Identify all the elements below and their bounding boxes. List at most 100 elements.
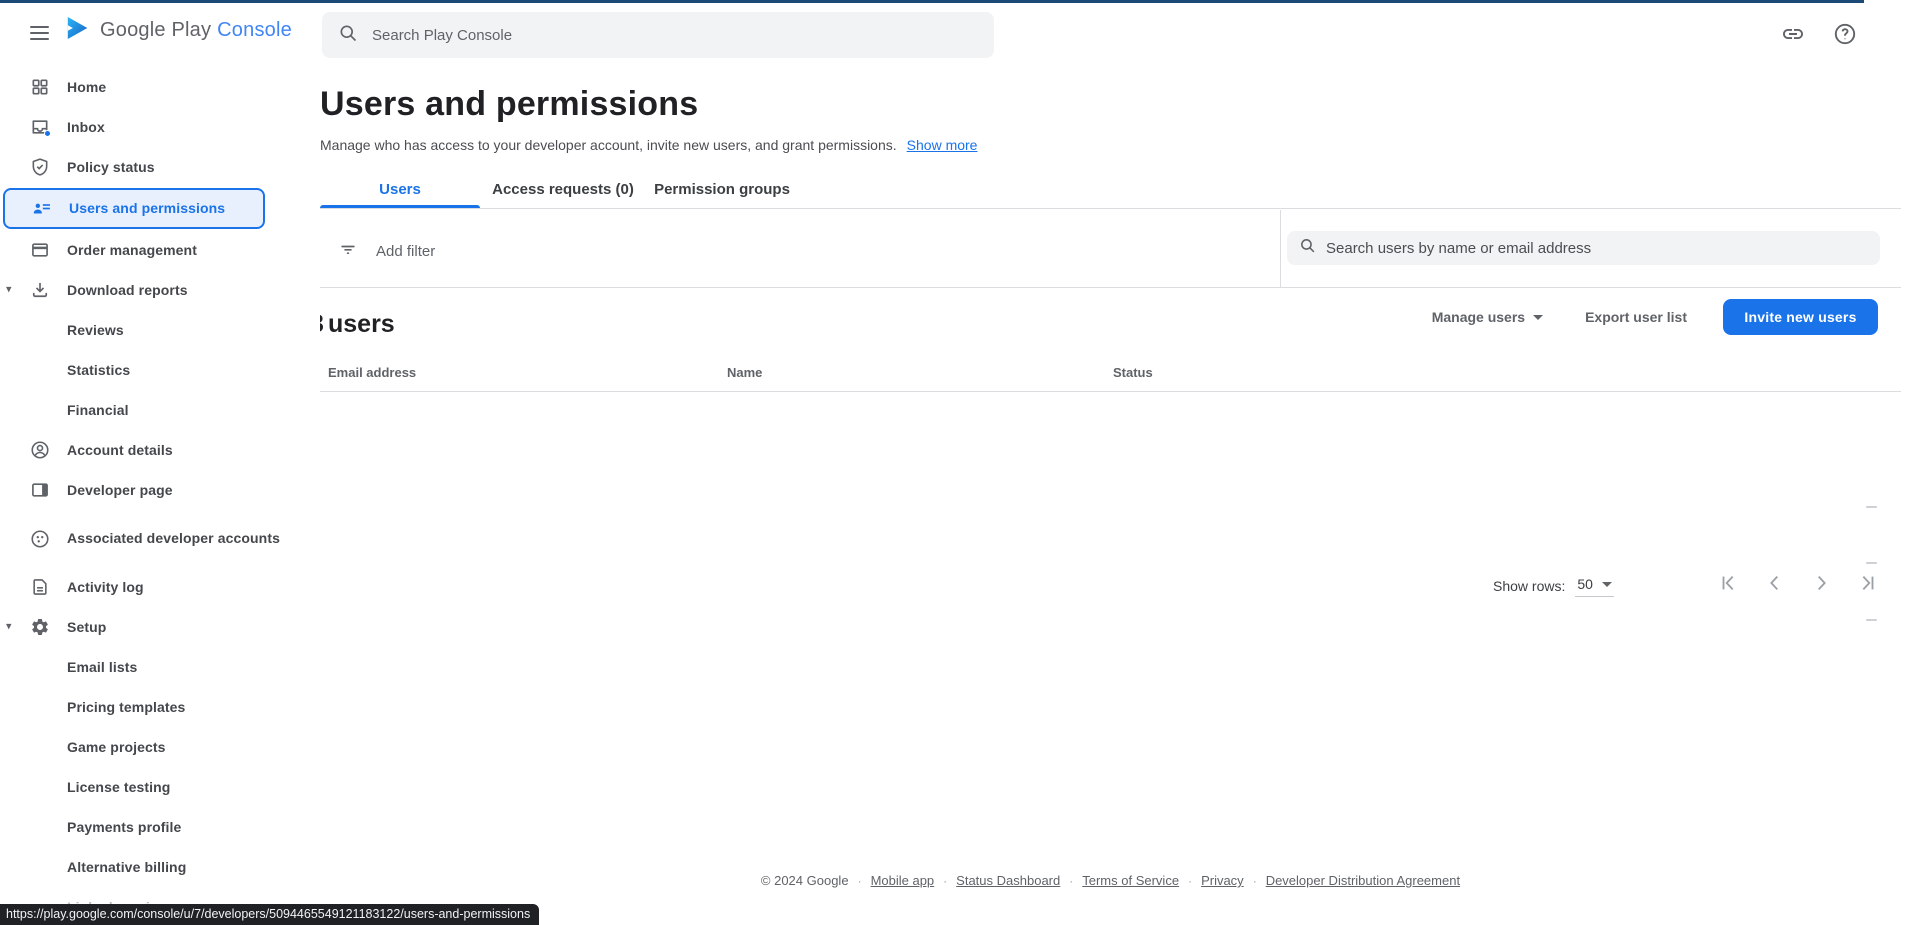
sidebar-item-label: Policy status xyxy=(67,158,304,177)
footer-link-status-dashboard[interactable]: Status Dashboard xyxy=(956,873,1060,888)
tab-label: Permission groups xyxy=(654,181,790,198)
tab-users[interactable]: Users xyxy=(320,170,480,209)
show-rows-label: Show rows: xyxy=(1493,578,1565,594)
sidebar-item-reviews[interactable]: Reviews xyxy=(0,310,320,350)
users-count-heading: 3 users xyxy=(320,310,395,339)
sidebar-item-activity-log[interactable]: Activity log xyxy=(0,567,320,607)
manage-users-dropdown[interactable]: Manage users xyxy=(1426,301,1549,333)
tab-permission-groups[interactable]: Permission groups xyxy=(652,170,792,209)
shield-check-icon xyxy=(30,157,50,177)
sidebar-item-alternative-billing[interactable]: Alternative billing xyxy=(0,847,320,887)
menu-icon[interactable] xyxy=(30,26,49,40)
grid-icon xyxy=(30,77,50,97)
chevron-down-icon[interactable]: ▾ xyxy=(6,622,12,633)
footer-separator: · xyxy=(1253,874,1257,888)
users-table-header: Email addressNameStatus xyxy=(320,353,1901,392)
page-layout-icon xyxy=(30,480,50,500)
sidebar-item-label: Pricing templates xyxy=(67,698,304,717)
sidebar-item-email-lists[interactable]: Email lists xyxy=(0,647,320,687)
filter-icon xyxy=(338,239,358,264)
browser-status-url: https://play.google.com/console/u/7/deve… xyxy=(0,904,539,925)
show-more-link[interactable]: Show more xyxy=(907,137,978,153)
clipped-cell-dash xyxy=(1866,506,1877,508)
sidebar-item-pricing-templates[interactable]: Pricing templates xyxy=(0,687,320,727)
sidebar-item-label: Reviews xyxy=(67,321,304,340)
chevron-down-icon[interactable]: ▾ xyxy=(6,285,12,296)
footer-link-terms-of-service[interactable]: Terms of Service xyxy=(1082,873,1179,888)
tab-access-requests-0[interactable]: Access requests (0) xyxy=(488,170,638,209)
top-app-bar: Google PlayConsole Search Play Console xyxy=(0,3,1917,67)
add-filter-label: Add filter xyxy=(376,243,435,260)
sidebar-item-label: Account details xyxy=(67,441,304,460)
users-header-row: 3 users Manage users Export user list In… xyxy=(320,288,1901,353)
unread-badge-dot xyxy=(44,130,51,137)
invite-new-users-button[interactable]: Invite new users xyxy=(1723,299,1878,335)
export-user-list-button[interactable]: Export user list xyxy=(1579,301,1693,333)
sidebar-item-label: Activity log xyxy=(67,578,304,597)
next-page-icon[interactable] xyxy=(1810,572,1832,594)
sidebar-item-label: Download reports xyxy=(67,281,304,300)
link-icon[interactable] xyxy=(1781,22,1805,46)
filter-toolbar: Add filter Search users by name or email… xyxy=(320,209,1901,288)
sidebar-item-label: Email lists xyxy=(67,658,304,677)
document-icon xyxy=(30,577,50,597)
account-icon xyxy=(30,440,50,460)
user-search-placeholder: Search users by name or email address xyxy=(1326,240,1591,257)
sidebar-item-label: Users and permissions xyxy=(69,199,247,218)
sidebar-nav: HomeInbox Policy status Users and permissi… xyxy=(0,67,320,925)
search-icon xyxy=(338,23,358,48)
tab-bar: Users Access requests (0) Permission group… xyxy=(320,170,792,209)
search-icon xyxy=(1299,237,1316,259)
footer-separator: · xyxy=(1188,874,1192,888)
associated-accounts-icon xyxy=(30,529,50,549)
sidebar-item-license-testing[interactable]: License testing xyxy=(0,767,320,807)
sidebar-item-download-reports[interactable]: ▾ Download reports xyxy=(0,270,320,310)
footer-link-mobile-app[interactable]: Mobile app xyxy=(871,873,935,888)
sidebar-item-order-management[interactable]: Order management xyxy=(0,230,320,270)
user-search-input[interactable]: Search users by name or email address xyxy=(1287,231,1880,265)
sidebar-item-statistics[interactable]: Statistics xyxy=(0,350,320,390)
logo-text: Google PlayConsole xyxy=(100,19,292,42)
tab-label: Access requests (0) xyxy=(492,181,634,198)
sidebar-item-policy-status[interactable]: Policy status xyxy=(0,147,320,187)
footer-link-developer-distribution-agreement[interactable]: Developer Distribution Agreement xyxy=(1266,873,1460,888)
footer-separator: · xyxy=(943,874,947,888)
page-description: Manage who has access to your developer … xyxy=(320,137,977,153)
play-triangle-icon xyxy=(64,15,90,46)
copyright-text: © 2024 Google xyxy=(761,873,849,888)
download-icon xyxy=(30,280,50,300)
sidebar-item-game-projects[interactable]: Game projects xyxy=(0,727,320,767)
sidebar-item-developer-page[interactable]: Developer page xyxy=(0,470,320,510)
rows-per-page-select[interactable]: 50 xyxy=(1575,574,1614,597)
google-play-console-logo[interactable]: Google PlayConsole xyxy=(64,15,292,46)
sidebar-item-label: Payments profile xyxy=(67,818,304,837)
tab-label: Users xyxy=(379,181,421,198)
column-header-name: Name xyxy=(727,365,762,380)
sidebar-item-associated-developer-accounts[interactable]: Associated developer accounts xyxy=(0,510,320,567)
sidebar-item-label: Setup xyxy=(67,618,304,637)
sidebar-item-inbox[interactable]: Inbox xyxy=(0,107,320,147)
chevron-down-icon xyxy=(1533,315,1543,320)
sidebar-item-setup[interactable]: ▾ Setup xyxy=(0,607,320,647)
sidebar-item-users-and-permissions[interactable]: Users and permissions xyxy=(3,188,265,229)
sidebar-item-payments-profile[interactable]: Payments profile xyxy=(0,807,320,847)
sidebar-item-label: License testing xyxy=(67,778,304,797)
clipped-count-digit: 3 xyxy=(320,310,328,339)
console-search-input[interactable]: Search Play Console xyxy=(322,12,994,58)
first-page-icon[interactable] xyxy=(1718,572,1740,594)
footer-separator: · xyxy=(858,874,862,888)
add-filter-button[interactable]: Add filter xyxy=(328,233,445,270)
sidebar-item-financial[interactable]: Financial xyxy=(0,390,320,430)
page-title: Users and permissions xyxy=(320,85,698,124)
help-icon[interactable] xyxy=(1833,22,1857,46)
card-icon xyxy=(30,240,50,260)
sidebar-item-label: Associated developer accounts xyxy=(67,529,304,548)
last-page-icon[interactable] xyxy=(1856,572,1878,594)
gear-icon xyxy=(30,617,50,637)
page-footer: © 2024 Google · Mobile app · Status Dashboa… xyxy=(320,873,1901,888)
column-header-status: Status xyxy=(1113,365,1153,380)
previous-page-icon[interactable] xyxy=(1764,572,1786,594)
sidebar-item-account-details[interactable]: Account details xyxy=(0,430,320,470)
footer-link-privacy[interactable]: Privacy xyxy=(1201,873,1244,888)
sidebar-item-home[interactable]: Home xyxy=(0,67,320,107)
